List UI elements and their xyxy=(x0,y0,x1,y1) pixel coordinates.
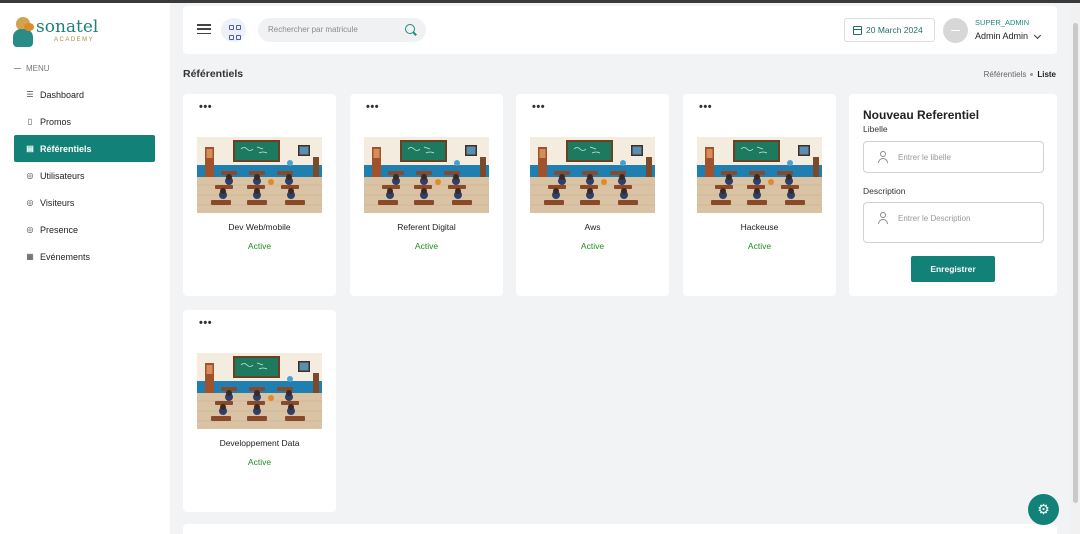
sidebar-item-promos[interactable]: ▯ Promos xyxy=(14,108,155,135)
search-placeholder: Rechercher par matricule xyxy=(268,25,358,34)
sidebar-item-label: Promos xyxy=(40,116,72,127)
search-input[interactable]: Rechercher par matricule xyxy=(258,18,426,42)
sidebar-item-label: Evénements xyxy=(40,251,91,262)
sonatel-logo[interactable]: sonatel ACADEMY xyxy=(12,17,98,49)
sidebar-item-label: Dashboard xyxy=(40,89,85,100)
more-options-icon[interactable]: ••• xyxy=(699,101,712,113)
referentiel-card[interactable]: ••• Hackeuse Active xyxy=(683,94,836,296)
sidebar: sonatel ACADEMY MENU ☰ Dashboard ▯ Promo… xyxy=(0,3,170,534)
settings-gear-icon[interactable]: ⚙ xyxy=(1028,494,1059,525)
user-icon xyxy=(878,212,888,224)
sidebar-item-evenements[interactable]: ▦ Evénements xyxy=(14,243,155,270)
promo-icon: ▯ xyxy=(27,117,33,126)
card-title: Dev Web/mobile xyxy=(228,222,291,232)
user-name[interactable]: Admin Admin xyxy=(975,31,1028,41)
breadcrumb-link[interactable]: Référentiels xyxy=(984,70,1027,79)
status-badge: Active xyxy=(747,241,772,251)
card-title: Developpement Data xyxy=(219,438,300,448)
sidebar-item-visiteurs[interactable]: ◎ Visiteurs xyxy=(14,189,155,216)
sidebar-item-label: Utilisateurs xyxy=(40,170,85,181)
classroom-image xyxy=(530,137,655,213)
brand-name: sonatel xyxy=(36,17,99,37)
more-options-icon[interactable]: ••• xyxy=(199,101,212,113)
breadcrumb: Référentiels Liste xyxy=(984,70,1056,79)
card-title: Aws xyxy=(584,222,601,232)
user-role: SUPER_ADMIN xyxy=(975,18,1030,27)
card-title: Referent Digital xyxy=(397,222,456,232)
status-badge: Active xyxy=(247,241,272,251)
chevron-down-icon[interactable] xyxy=(1033,31,1042,40)
more-options-icon[interactable]: ••• xyxy=(199,317,212,329)
breadcrumb-separator xyxy=(1030,73,1034,76)
classroom-image xyxy=(197,353,322,429)
sidebar-item-presence[interactable]: ◎ Presence xyxy=(14,216,155,243)
save-button[interactable]: Enregistrer xyxy=(911,256,995,282)
classroom-image xyxy=(697,137,822,213)
referentiel-card[interactable]: ••• Developpement Data Active xyxy=(183,310,336,512)
referentiel-card[interactable]: ••• Dev Web/mobile Active xyxy=(183,94,336,296)
scrollbar[interactable] xyxy=(1071,3,1080,534)
libelle-field[interactable]: Entrer le libelle xyxy=(863,141,1044,173)
hamburger-menu-icon[interactable] xyxy=(197,24,211,34)
more-options-icon[interactable]: ••• xyxy=(366,101,379,113)
calendar-icon: ▦ xyxy=(26,252,34,261)
brand-sub: ACADEMY xyxy=(54,37,95,43)
referentiel-icon: ▤ xyxy=(26,144,34,153)
sidebar-item-label: Presence xyxy=(40,224,79,235)
sidebar-item-label: Référentiels xyxy=(40,143,92,154)
user-icon: ◎ xyxy=(26,171,34,180)
search-icon[interactable] xyxy=(405,24,415,34)
classroom-image xyxy=(197,137,322,213)
referentiel-card[interactable]: ••• Referent Digital Active xyxy=(350,94,503,296)
sidebar-item-label: Visiteurs xyxy=(40,197,75,208)
new-referentiel-form: Nouveau Referentiel Libelle Entrer le li… xyxy=(849,94,1057,296)
status-badge: Active xyxy=(580,241,605,251)
description-placeholder: Entrer le Description xyxy=(898,214,971,223)
page-title: Référentiels xyxy=(183,68,244,80)
date-display[interactable]: 20 March 2024 xyxy=(844,18,935,42)
status-badge: Active xyxy=(247,457,272,467)
avatar[interactable] xyxy=(943,18,968,43)
dashboard-icon: ☰ xyxy=(26,90,34,99)
menu-label: MENU xyxy=(14,64,50,73)
apps-grid-icon[interactable] xyxy=(221,18,246,42)
sidebar-nav: ☰ Dashboard ▯ Promos ▤ Référentiels ◎ Ut… xyxy=(14,81,155,270)
logo-emblem xyxy=(12,17,34,49)
libelle-label: Libelle xyxy=(863,124,888,134)
status-badge: Active xyxy=(414,241,439,251)
description-field[interactable]: Entrer le Description xyxy=(863,202,1044,243)
visitor-icon: ◎ xyxy=(26,198,34,207)
classroom-image xyxy=(364,137,489,213)
sidebar-item-referentiels[interactable]: ▤ Référentiels xyxy=(14,135,155,162)
presence-icon: ◎ xyxy=(26,225,34,234)
date-text: 20 March 2024 xyxy=(866,25,923,35)
calendar-icon xyxy=(853,25,862,35)
footer-panel xyxy=(183,524,1057,534)
card-title: Hackeuse xyxy=(740,222,779,232)
top-header: Rechercher par matricule 20 March 2024 S… xyxy=(183,6,1057,54)
sidebar-item-dashboard[interactable]: ☰ Dashboard xyxy=(14,81,155,108)
breadcrumb-current: Liste xyxy=(1037,70,1056,79)
libelle-placeholder: Entrer le libelle xyxy=(898,153,951,162)
sidebar-item-utilisateurs[interactable]: ◎ Utilisateurs xyxy=(14,162,155,189)
description-label: Description xyxy=(863,186,906,196)
more-options-icon[interactable]: ••• xyxy=(532,101,545,113)
form-title: Nouveau Referentiel xyxy=(863,108,980,122)
user-icon xyxy=(878,151,888,163)
referentiel-card[interactable]: ••• Aws Active xyxy=(516,94,669,296)
